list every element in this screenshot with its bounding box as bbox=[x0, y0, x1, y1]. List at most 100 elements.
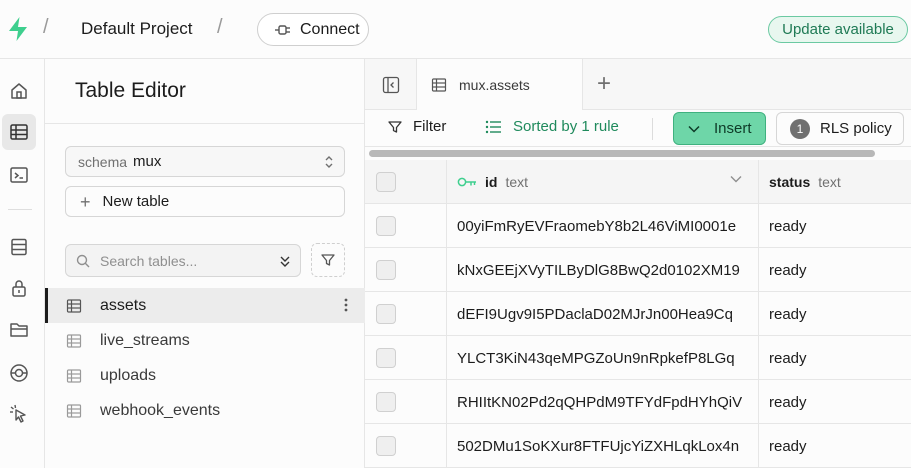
connect-label: Connect bbox=[300, 20, 360, 38]
sidebar-collapse-icon bbox=[382, 76, 399, 93]
table-icon bbox=[66, 333, 82, 348]
sort-list-icon bbox=[485, 120, 501, 133]
cell-value: kNxGEEjXVyTILByDlG8BwQ2d0102XM19 bbox=[457, 261, 740, 279]
schema-selector[interactable]: schema mux bbox=[65, 146, 345, 177]
table-row[interactable]: dEFI9Ugv9I5PDaclaD02MJrJn00Hea9Cq ready bbox=[365, 292, 911, 336]
cell-value: RHIItKN02Pd2qQHPdM9TFYdFpdHYhQiV bbox=[457, 393, 743, 411]
status-cell[interactable]: ready bbox=[759, 292, 911, 336]
schema-key-label: schema bbox=[78, 153, 128, 170]
status-cell[interactable]: ready bbox=[759, 204, 911, 248]
project-name[interactable]: Default Project bbox=[81, 19, 193, 39]
row-checkbox[interactable] bbox=[376, 436, 396, 456]
table-row[interactable]: kNxGEEjXVyTILByDlG8BwQ2d0102XM19 ready bbox=[365, 248, 911, 292]
cell-value: ready bbox=[769, 437, 807, 455]
connect-button[interactable]: Connect bbox=[257, 13, 369, 46]
id-cell[interactable]: dEFI9Ugv9I5PDaclaD02MJrJn00Hea9Cq bbox=[447, 292, 759, 336]
double-chevron-down-icon[interactable] bbox=[278, 254, 292, 268]
column-header-status[interactable]: status text bbox=[759, 160, 911, 204]
tab-label: mux.assets bbox=[459, 76, 530, 93]
sql-editor-nav-button[interactable] bbox=[2, 157, 36, 193]
cell-value: YLCT3KiN43qeMPGZoUn9nRpkefP8LGq bbox=[457, 349, 735, 367]
home-nav-button[interactable] bbox=[2, 73, 36, 109]
sort-label: Sorted by 1 rule bbox=[513, 118, 619, 135]
breadcrumb-separator: / bbox=[217, 16, 223, 38]
column-name: id bbox=[485, 174, 498, 190]
row-checkbox[interactable] bbox=[376, 392, 396, 412]
storage-nav-button[interactable] bbox=[2, 311, 36, 347]
table-row[interactable]: 502DMu1SoKXur8FTFUjcYiZXHLqkLox4n ready bbox=[365, 424, 911, 468]
breadcrumb-separator: / bbox=[43, 16, 49, 38]
table-list-item[interactable]: live_streams bbox=[45, 323, 365, 358]
status-cell[interactable]: ready bbox=[759, 424, 911, 468]
insert-button[interactable]: Insert bbox=[673, 112, 766, 145]
database-nav-button[interactable] bbox=[2, 229, 36, 265]
table-row[interactable]: RHIItKN02Pd2qQHPdM9TFYdFpdHYhQiV ready bbox=[365, 380, 911, 424]
cell-value: ready bbox=[769, 217, 807, 235]
toolbar-divider bbox=[652, 118, 653, 140]
toggle-sidebar-button[interactable] bbox=[365, 59, 417, 110]
filter-tables-button[interactable] bbox=[311, 243, 345, 277]
table-list-item[interactable]: assets bbox=[45, 288, 365, 323]
table-icon bbox=[431, 77, 447, 92]
select-all-cell bbox=[365, 160, 447, 204]
table-row[interactable]: YLCT3KiN43qeMPGZoUn9nRpkefP8LGq ready bbox=[365, 336, 911, 380]
chevron-down-icon[interactable] bbox=[730, 175, 742, 183]
advisor-nav-button[interactable] bbox=[2, 396, 36, 432]
new-table-label: New table bbox=[102, 193, 170, 210]
table-editor-nav-button[interactable] bbox=[2, 114, 36, 150]
id-cell[interactable]: RHIItKN02Pd2qQHPdM9TFYdFpdHYhQiV bbox=[447, 380, 759, 424]
status-cell[interactable]: ready bbox=[759, 248, 911, 292]
filter-button[interactable]: Filter bbox=[387, 118, 446, 135]
add-tab-plus-icon[interactable]: + bbox=[597, 72, 611, 96]
plug-icon bbox=[275, 24, 290, 35]
main-area: mux.assets + Filter Sorted by 1 rule Ins… bbox=[365, 59, 911, 468]
table-list-item[interactable]: uploads bbox=[45, 358, 365, 393]
sort-button[interactable]: Sorted by 1 rule bbox=[485, 118, 619, 135]
cell-value: dEFI9Ugv9I5PDaclaD02MJrJn00Hea9Cq bbox=[457, 305, 733, 323]
row-checkbox[interactable] bbox=[376, 304, 396, 324]
status-cell[interactable]: ready bbox=[759, 380, 911, 424]
table-icon bbox=[66, 298, 82, 313]
auth-nav-button[interactable] bbox=[2, 270, 36, 306]
status-cell[interactable]: ready bbox=[759, 336, 911, 380]
supabase-logo-icon[interactable] bbox=[6, 16, 30, 42]
table-name: assets bbox=[100, 296, 147, 314]
rls-policy-button[interactable]: 1 RLS policy bbox=[776, 112, 904, 145]
realtime-nav-button[interactable] bbox=[2, 355, 36, 391]
search-tables-input[interactable] bbox=[100, 251, 260, 271]
row-checkbox[interactable] bbox=[376, 216, 396, 236]
new-table-button[interactable]: + New table bbox=[65, 186, 345, 217]
search-icon bbox=[76, 254, 90, 268]
insert-label: Insert bbox=[714, 120, 752, 137]
plus-icon: + bbox=[80, 191, 91, 212]
chevron-up-down-icon bbox=[325, 156, 333, 168]
id-cell[interactable]: 502DMu1SoKXur8FTFUjcYiZXHLqkLox4n bbox=[447, 424, 759, 468]
table-list-item[interactable]: webhook_events bbox=[45, 393, 365, 428]
database-icon bbox=[11, 238, 27, 256]
id-cell[interactable]: kNxGEEjXVyTILByDlG8BwQ2d0102XM19 bbox=[447, 248, 759, 292]
id-cell[interactable]: 00yiFmRyEVFraomebY8b2L46ViMI0001e bbox=[447, 204, 759, 248]
more-vertical-icon[interactable] bbox=[343, 297, 349, 313]
cell-value: 00yiFmRyEVFraomebY8b2L46ViMI0001e bbox=[457, 217, 737, 235]
select-all-checkbox[interactable] bbox=[376, 172, 396, 192]
table-row[interactable]: 00yiFmRyEVFraomebY8b2L46ViMI0001e ready bbox=[365, 204, 911, 248]
tab-mux-assets[interactable]: mux.assets bbox=[417, 59, 583, 110]
row-select-cell bbox=[365, 204, 447, 248]
update-available-button[interactable]: Update available bbox=[768, 16, 908, 43]
horizontal-scrollbar[interactable] bbox=[369, 150, 875, 157]
search-tables-box[interactable] bbox=[65, 244, 301, 277]
row-checkbox[interactable] bbox=[376, 260, 396, 280]
grid-toolbar: Filter Sorted by 1 rule Insert 1 RLS pol… bbox=[365, 110, 911, 147]
filter-icon bbox=[388, 120, 402, 133]
column-type: text bbox=[505, 174, 529, 190]
table-editor-panel: Table Editor schema mux + New table Sear… bbox=[45, 59, 365, 468]
table-name: live_streams bbox=[100, 331, 190, 349]
column-header-id[interactable]: id text bbox=[447, 160, 759, 204]
id-cell[interactable]: YLCT3KiN43qeMPGZoUn9nRpkefP8LGq bbox=[447, 336, 759, 380]
panel-divider bbox=[45, 123, 365, 124]
data-grid: id text status text 00yiFmRyEVFraomebY8b… bbox=[365, 160, 911, 468]
row-select-cell bbox=[365, 336, 447, 380]
row-checkbox[interactable] bbox=[376, 348, 396, 368]
realtime-icon bbox=[10, 364, 28, 382]
table-icon bbox=[66, 403, 82, 418]
